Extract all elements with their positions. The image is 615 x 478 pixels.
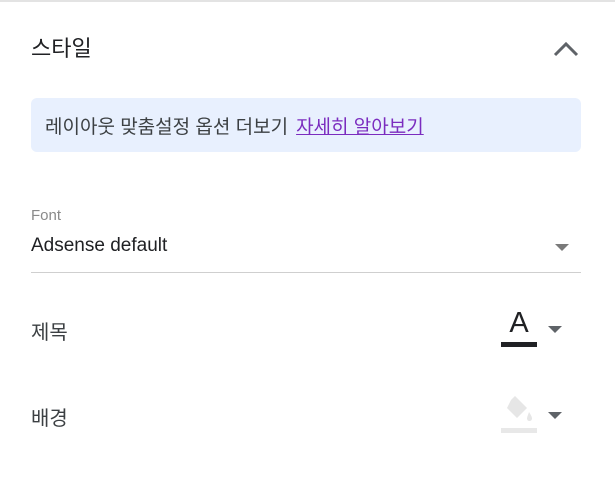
font-label: Font [31, 207, 62, 224]
divider [0, 0, 615, 2]
info-banner: 레이아웃 맞춤설정 옵션 더보기 자세히 알아보기 [31, 98, 581, 152]
dropdown-arrow-icon [548, 412, 562, 419]
background-color-label: 배경 [31, 408, 68, 430]
dropdown-arrow-icon [548, 326, 562, 333]
style-panel: 스타일 레이아웃 맞춤설정 옵션 더보기 자세히 알아보기 Font Adsen… [0, 0, 615, 478]
background-color-picker[interactable] [501, 392, 567, 436]
title-color-swatch [501, 342, 537, 347]
background-color-swatch [501, 428, 537, 433]
section-header[interactable]: 스타일 [31, 30, 583, 68]
section-title: 스타일 [31, 36, 92, 61]
font-value: Adsense default [31, 235, 168, 256]
font-select[interactable]: Font Adsense default [31, 204, 581, 273]
title-color-picker[interactable]: A [501, 306, 567, 350]
text-color-icon: A [509, 307, 529, 339]
dropdown-arrow-icon [555, 244, 569, 251]
collapse-button[interactable] [549, 32, 583, 66]
paint-bucket-icon [505, 396, 535, 424]
background-color-row: 배경 [31, 392, 581, 436]
banner-text: 레이아웃 맞춤설정 옵션 더보기 [45, 116, 289, 138]
chevron-up-icon [553, 41, 579, 57]
learn-more-link[interactable]: 자세히 알아보기 [296, 112, 424, 139]
title-color-row: 제목 A [31, 306, 581, 350]
title-color-label: 제목 [31, 322, 68, 344]
